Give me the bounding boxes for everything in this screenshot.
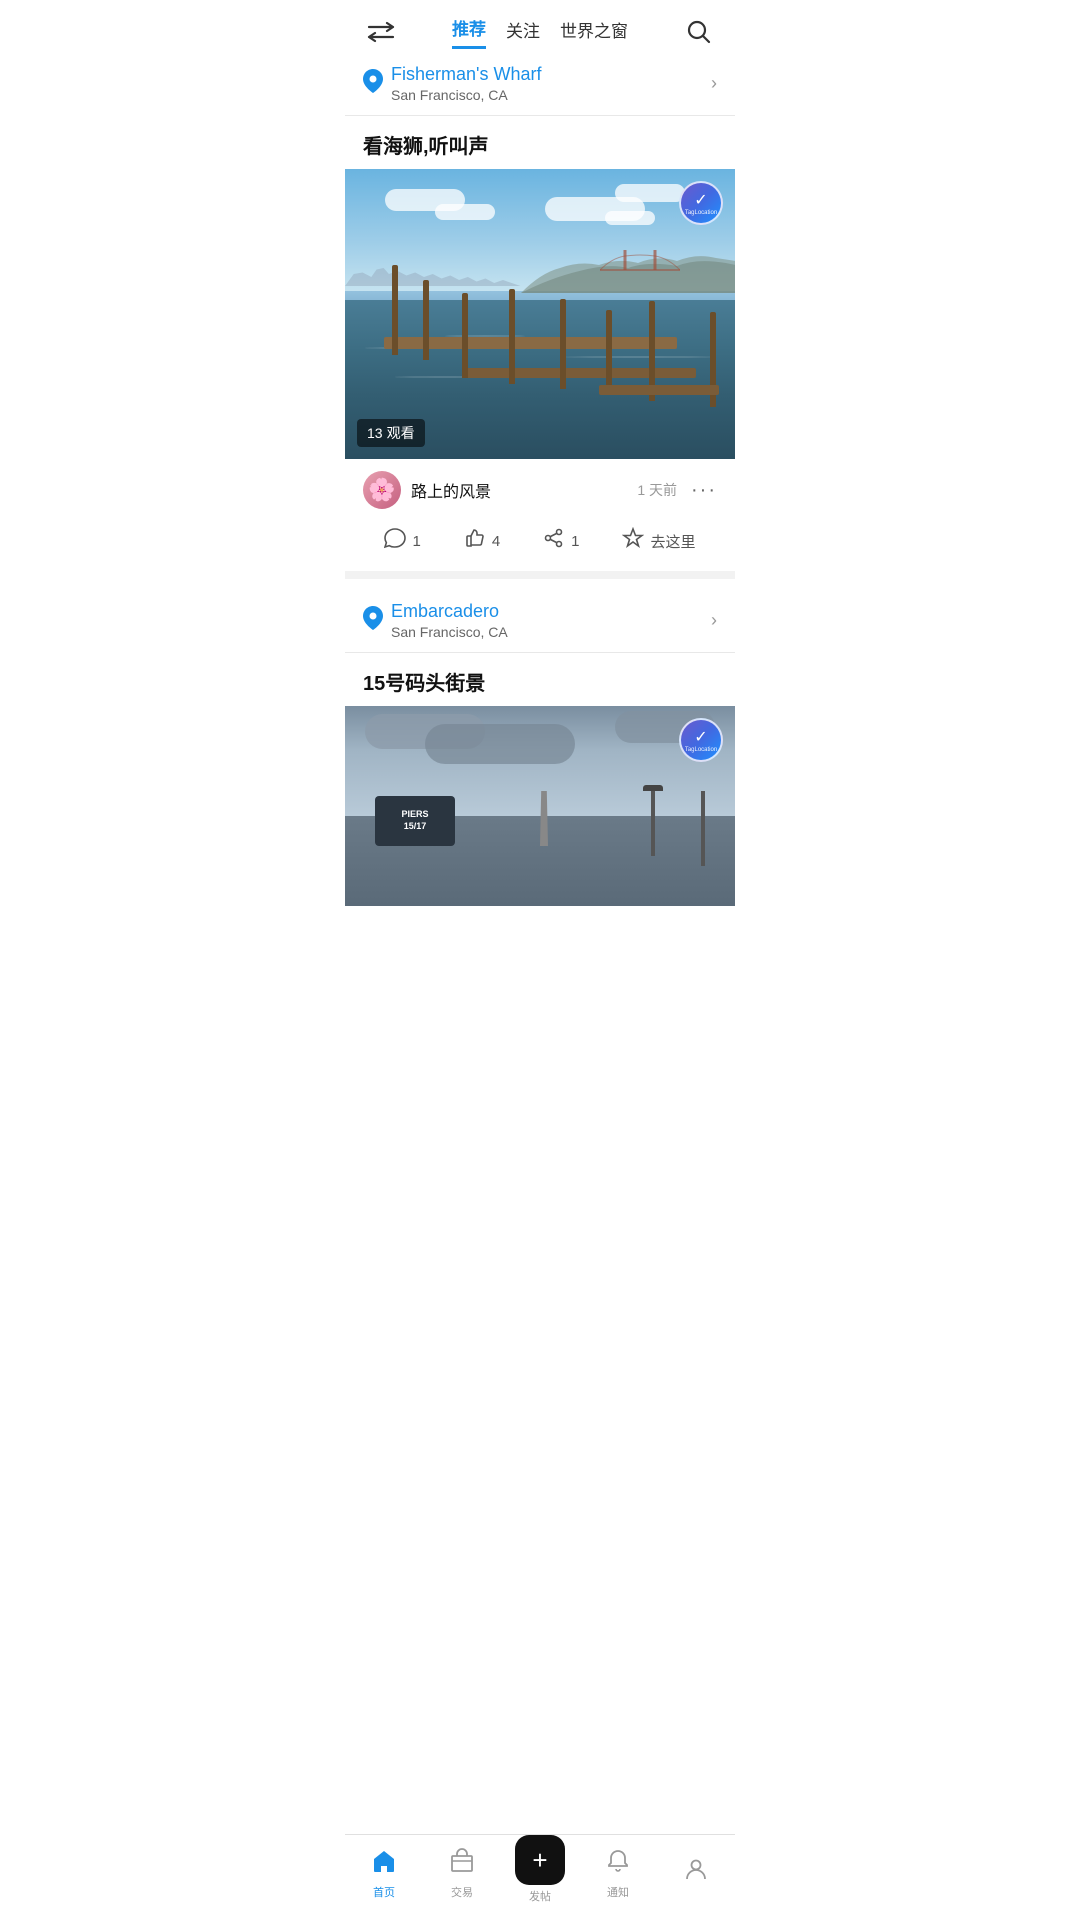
obelisk bbox=[540, 791, 548, 846]
post-label: 发帖 bbox=[529, 1888, 551, 1904]
views-label: 观看 bbox=[387, 423, 415, 443]
share-icon-1 bbox=[543, 527, 565, 555]
post-scene-1: 13 观看 ✓ TagLocation bbox=[345, 169, 735, 459]
navigate-icon-1 bbox=[622, 527, 644, 555]
comment-button-1[interactable]: 1 bbox=[384, 527, 420, 555]
tab-world-window[interactable]: 世界之窗 bbox=[560, 17, 628, 48]
user-left-1: 🌸 路上的风景 bbox=[363, 471, 491, 509]
tab-follow[interactable]: 关注 bbox=[506, 17, 540, 48]
location-pin-icon-2 bbox=[363, 606, 383, 636]
pier-post-6 bbox=[606, 310, 612, 395]
nav-tabs: 推荐 关注 世界之窗 bbox=[452, 15, 628, 49]
cloud-2 bbox=[435, 204, 495, 220]
user-right-1: 1 天前 ··· bbox=[637, 479, 717, 502]
search-button[interactable] bbox=[681, 14, 717, 50]
bottom-nav-profile[interactable] bbox=[666, 1856, 726, 1892]
plus-icon: + bbox=[532, 1847, 547, 1873]
cloud-5 bbox=[605, 211, 655, 225]
like-button-1[interactable]: 4 bbox=[464, 527, 500, 555]
post-image-2[interactable]: PIERS15/17 ✓ TagLocation bbox=[345, 706, 735, 906]
location-card-1[interactable]: Fisherman's Wharf San Francisco, CA › bbox=[345, 50, 735, 116]
comment-icon-1 bbox=[384, 527, 406, 555]
navigate-button-1[interactable]: 去这里 bbox=[622, 527, 695, 555]
bridge-svg bbox=[600, 250, 680, 280]
bottom-nav-post[interactable]: + 发帖 bbox=[510, 1843, 570, 1904]
ripple-3 bbox=[565, 356, 715, 358]
comment-count-1: 1 bbox=[412, 533, 420, 550]
swap-icon-button[interactable] bbox=[363, 14, 399, 50]
share-count-1: 1 bbox=[571, 533, 579, 550]
pier-post-2 bbox=[423, 280, 429, 360]
verified-text-2: TagLocation bbox=[685, 747, 717, 754]
pier-post-5 bbox=[560, 299, 566, 389]
username-1[interactable]: 路上的风景 bbox=[411, 478, 491, 502]
location-info-2: Embarcadero San Francisco, CA bbox=[391, 601, 508, 640]
float-dock bbox=[599, 385, 719, 395]
verified-badge-1: ✓ TagLocation bbox=[679, 181, 723, 225]
user-icon bbox=[683, 1856, 709, 1889]
time-ago-1: 1 天前 bbox=[637, 480, 677, 500]
bottom-nav: 首页 交易 + 发帖 通知 bbox=[345, 1834, 735, 1920]
dock-platform-2 bbox=[462, 368, 696, 378]
shop-icon bbox=[449, 1848, 475, 1881]
views-count: 13 bbox=[367, 425, 383, 441]
user-row-1: 🌸 路上的风景 1 天前 ··· bbox=[345, 459, 735, 521]
location-sub-1: San Francisco, CA bbox=[391, 87, 541, 103]
views-badge: 13 观看 bbox=[357, 419, 425, 447]
pier-sign: PIERS15/17 bbox=[375, 796, 455, 846]
location-left-2: Embarcadero San Francisco, CA bbox=[363, 601, 508, 640]
post-button[interactable]: + bbox=[515, 1835, 565, 1885]
trade-label: 交易 bbox=[451, 1884, 473, 1900]
navigate-label-1: 去这里 bbox=[650, 531, 695, 552]
street-lamp-1 bbox=[651, 786, 655, 856]
pier-post-1 bbox=[392, 265, 398, 355]
dark-cloud-2 bbox=[425, 724, 575, 764]
verified-check-icon: ✓ bbox=[694, 190, 707, 210]
bottom-nav-trade[interactable]: 交易 bbox=[432, 1848, 492, 1900]
tab-recommend[interactable]: 推荐 bbox=[452, 15, 486, 49]
bottom-nav-notify[interactable]: 通知 bbox=[588, 1848, 648, 1900]
notify-label: 通知 bbox=[607, 1884, 629, 1900]
location-left-1: Fisherman's Wharf San Francisco, CA bbox=[363, 64, 541, 103]
pier-post-3 bbox=[462, 293, 468, 378]
location-card-2[interactable]: Embarcadero San Francisco, CA › bbox=[345, 587, 735, 653]
more-options-button-1[interactable]: ··· bbox=[691, 479, 717, 502]
share-button-1[interactable]: 1 bbox=[543, 527, 579, 555]
post2-scene: PIERS15/17 ✓ TagLocation bbox=[345, 706, 735, 906]
bell-icon bbox=[605, 1848, 631, 1881]
street-lamp-head-1 bbox=[643, 785, 663, 791]
pier-post-4 bbox=[509, 289, 515, 384]
avatar-flower-icon: 🌸 bbox=[368, 477, 395, 503]
street-lamp-2 bbox=[701, 791, 705, 866]
location-info-1: Fisherman's Wharf San Francisco, CA bbox=[391, 64, 541, 103]
post-title-2: 15号码头街景 bbox=[345, 653, 735, 706]
cloud-4 bbox=[615, 184, 685, 202]
verified-check-icon-2: ✓ bbox=[694, 727, 707, 747]
home-icon bbox=[371, 1848, 397, 1881]
location-pin-icon-1 bbox=[363, 69, 383, 99]
action-row-1: 1 4 1 bbox=[345, 521, 735, 579]
location-sub-2: San Francisco, CA bbox=[391, 624, 508, 640]
like-count-1: 4 bbox=[492, 533, 500, 550]
top-nav: 推荐 关注 世界之窗 bbox=[345, 0, 735, 50]
location-name-1: Fisherman's Wharf bbox=[391, 64, 541, 85]
chevron-right-icon-2: › bbox=[711, 610, 717, 631]
avatar-1[interactable]: 🌸 bbox=[363, 471, 401, 509]
verified-badge-2: ✓ TagLocation bbox=[679, 718, 723, 762]
like-icon-1 bbox=[464, 527, 486, 555]
verified-text: TagLocation bbox=[685, 210, 717, 217]
location-name-2: Embarcadero bbox=[391, 601, 508, 622]
chevron-right-icon-1: › bbox=[711, 73, 717, 94]
post-image-1[interactable]: 13 观看 ✓ TagLocation bbox=[345, 169, 735, 459]
home-label: 首页 bbox=[373, 1884, 395, 1900]
bottom-nav-home[interactable]: 首页 bbox=[354, 1848, 414, 1900]
post-title-1: 看海狮,听叫声 bbox=[345, 116, 735, 169]
